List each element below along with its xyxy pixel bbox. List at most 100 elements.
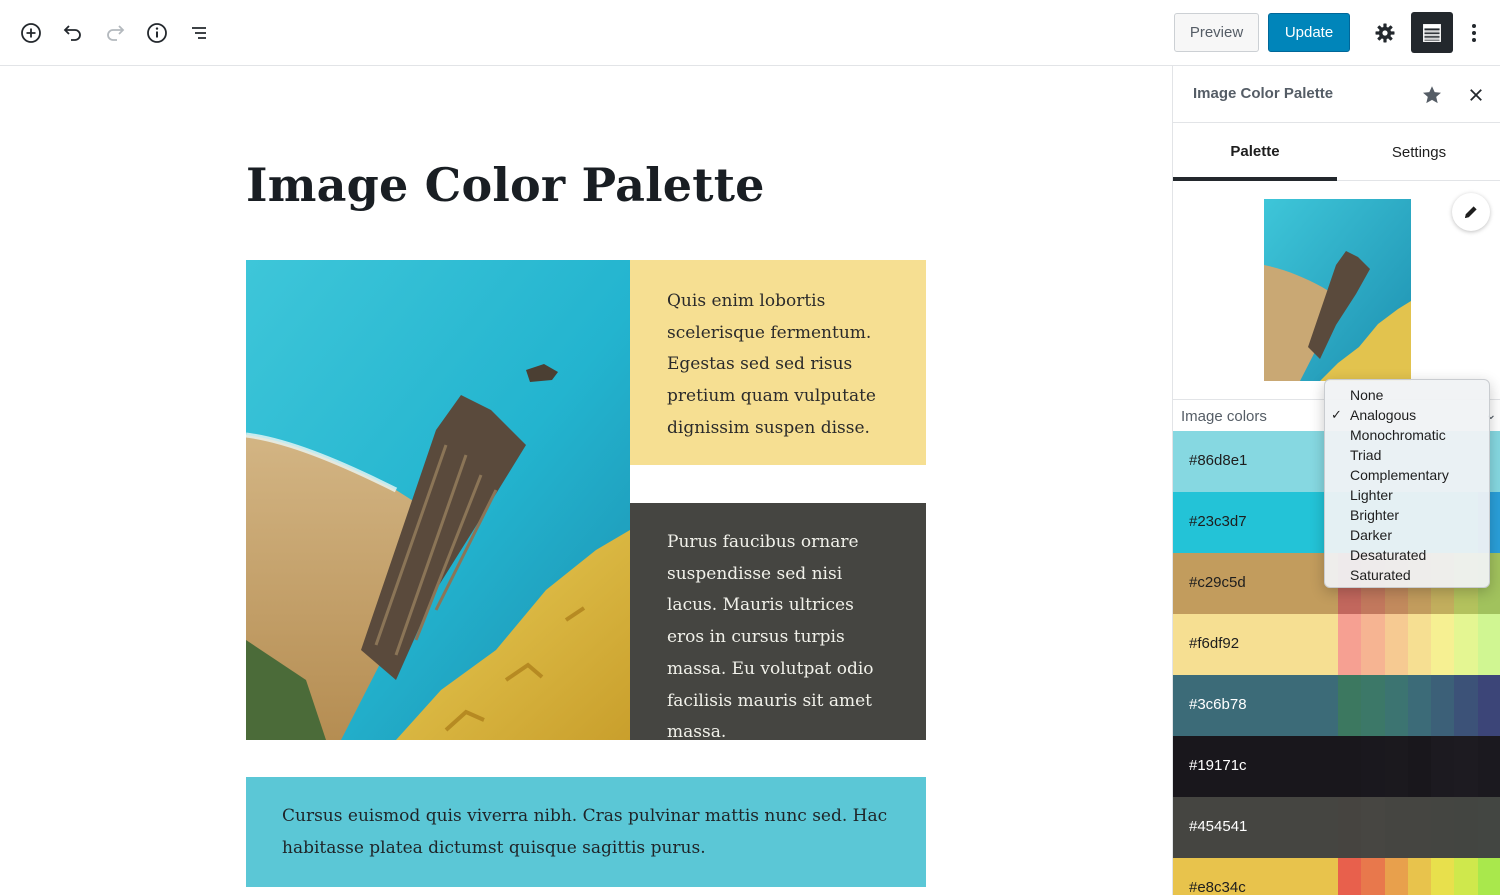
swatch-main-color[interactable]: #f6df92	[1173, 614, 1338, 675]
swatch-variant[interactable]	[1384, 675, 1409, 736]
menu-option-monochromatic[interactable]: Monochromatic	[1325, 425, 1489, 445]
swatch-main-color[interactable]: #3c6b78	[1173, 675, 1338, 736]
swatch-variant[interactable]	[1361, 736, 1386, 797]
swatch-variant[interactable]	[1477, 675, 1500, 736]
swatch-main-color[interactable]: #86d8e1	[1173, 431, 1338, 492]
swatch-variant[interactable]	[1407, 858, 1432, 895]
swatch-variant[interactable]	[1477, 614, 1500, 675]
settings-gear-icon[interactable]	[1368, 16, 1402, 50]
swatch-variant[interactable]	[1454, 736, 1479, 797]
menu-option-label: Monochromatic	[1350, 427, 1446, 443]
menu-option-triad[interactable]: Triad	[1325, 445, 1489, 465]
palette-mode-menu: None ✓ Analogous Monochromatic Triad Compleme…	[1324, 379, 1490, 588]
swatch-variant[interactable]	[1361, 858, 1386, 895]
info-icon[interactable]	[140, 16, 174, 50]
color-swatch-row[interactable]: #19171c	[1173, 736, 1500, 797]
menu-option-analogous[interactable]: ✓ Analogous	[1325, 405, 1489, 425]
menu-option-lighter[interactable]: Lighter	[1325, 485, 1489, 505]
color-swatch-row[interactable]: #3c6b78	[1173, 675, 1500, 736]
menu-option-brighter[interactable]: Brighter	[1325, 505, 1489, 525]
post-title[interactable]: Image Color Palette	[246, 158, 765, 212]
swatch-main-color[interactable]: #19171c	[1173, 736, 1338, 797]
close-icon[interactable]	[1461, 80, 1491, 110]
swatch-variant[interactable]	[1338, 614, 1362, 675]
menu-option-desaturated[interactable]: Desaturated	[1325, 545, 1489, 565]
swatch-variant[interactable]	[1338, 797, 1362, 858]
tab-settings[interactable]: Settings	[1337, 123, 1500, 181]
swatch-main-color[interactable]: #e8c34c	[1173, 858, 1338, 895]
swatch-variant[interactable]	[1407, 736, 1432, 797]
sidebar-title: Image Color Palette	[1193, 85, 1334, 102]
swatch-variant[interactable]	[1384, 614, 1409, 675]
block-navigation-icon[interactable]	[182, 16, 216, 50]
swatch-main-color[interactable]: #23c3d7	[1173, 492, 1338, 553]
teal-text-card[interactable]: Cursus euismod quis viverra nibh. Cras p…	[246, 777, 926, 887]
star-icon[interactable]	[1417, 80, 1447, 110]
menu-option-darker[interactable]: Darker	[1325, 525, 1489, 545]
color-swatch-row[interactable]: #454541	[1173, 797, 1500, 858]
swatch-variant[interactable]	[1338, 736, 1362, 797]
menu-option-saturated[interactable]: Saturated	[1325, 565, 1489, 585]
swatch-variant[interactable]	[1454, 614, 1479, 675]
image-thumbnail	[1264, 199, 1411, 381]
swatch-main-color[interactable]: #c29c5d	[1173, 553, 1338, 614]
redo-icon[interactable]	[98, 16, 132, 50]
swatch-variant[interactable]	[1338, 675, 1362, 736]
swatch-variant[interactable]	[1431, 675, 1455, 736]
swatch-variant[interactable]	[1454, 797, 1479, 858]
pencil-icon	[1465, 206, 1477, 218]
update-button[interactable]: Update	[1268, 13, 1350, 52]
swatch-hex-label: #e8c34c	[1189, 879, 1246, 895]
editor-canvas: Image Color Palette Quis enim lobortis s…	[0, 66, 1172, 895]
checkmark-icon: ✓	[1331, 407, 1342, 422]
menu-option-label: None	[1350, 387, 1384, 403]
swatch-variant[interactable]	[1454, 858, 1479, 895]
dark-text-card[interactable]: Purus faucibus ornare suspendisse sed ni…	[630, 503, 926, 742]
swatch-variant[interactable]	[1454, 675, 1479, 736]
color-swatch-row[interactable]: #e8c34c	[1173, 858, 1500, 895]
swatch-hex-label: #c29c5d	[1189, 574, 1246, 591]
swatch-variant[interactable]	[1384, 858, 1409, 895]
swatch-variant[interactable]	[1431, 797, 1455, 858]
swatch-main-color[interactable]: #454541	[1173, 797, 1338, 858]
swatch-variant[interactable]	[1361, 614, 1386, 675]
teal-card-text: Cursus euismod quis viverra nibh. Cras p…	[282, 806, 888, 858]
swatch-variant[interactable]	[1407, 797, 1432, 858]
swatch-variant[interactable]	[1477, 736, 1500, 797]
swatch-variant[interactable]	[1361, 797, 1386, 858]
swatch-variant[interactable]	[1384, 797, 1409, 858]
menu-option-label: Darker	[1350, 527, 1393, 543]
swatch-variant[interactable]	[1407, 675, 1432, 736]
swatch-variant[interactable]	[1338, 858, 1362, 895]
swatch-hex-label: #454541	[1189, 818, 1248, 835]
menu-option-label: Complementary	[1350, 467, 1449, 483]
dark-card-text: Purus faucibus ornare suspendisse sed ni…	[667, 532, 874, 743]
menu-option-complementary[interactable]: Complementary	[1325, 465, 1489, 485]
menu-option-none[interactable]: None	[1325, 385, 1489, 405]
image-colors-label: Image colors	[1181, 408, 1267, 425]
menu-option-label: Saturated	[1350, 567, 1411, 583]
swatch-variant[interactable]	[1431, 858, 1455, 895]
swatch-variant[interactable]	[1431, 614, 1455, 675]
sidebar-toggle-icon	[1423, 23, 1441, 42]
tab-palette[interactable]: Palette	[1173, 123, 1337, 181]
swatch-variant[interactable]	[1477, 797, 1500, 858]
swatch-variant[interactable]	[1431, 736, 1455, 797]
edit-image-button[interactable]	[1452, 193, 1490, 231]
swatch-variant[interactable]	[1361, 675, 1386, 736]
menu-option-label: Lighter	[1350, 487, 1393, 503]
swatch-variant[interactable]	[1407, 614, 1432, 675]
swatch-hex-label: #23c3d7	[1189, 513, 1247, 530]
more-menu-icon[interactable]	[1457, 16, 1491, 50]
add-block-icon[interactable]	[14, 16, 48, 50]
swatch-variant[interactable]	[1477, 858, 1500, 895]
swatch-variant[interactable]	[1384, 736, 1409, 797]
undo-icon[interactable]	[56, 16, 90, 50]
color-swatch-row[interactable]: #f6df92	[1173, 614, 1500, 675]
sidebar-toggle-button[interactable]	[1411, 12, 1453, 53]
sidebar-tabs: Palette Settings	[1173, 123, 1500, 181]
coastline-image[interactable]	[246, 260, 630, 740]
editor-toolbar: Preview Update	[0, 0, 1500, 66]
yellow-text-card[interactable]: Quis enim lobortis scelerisque fermentum…	[630, 260, 926, 465]
preview-button[interactable]: Preview	[1174, 13, 1259, 52]
